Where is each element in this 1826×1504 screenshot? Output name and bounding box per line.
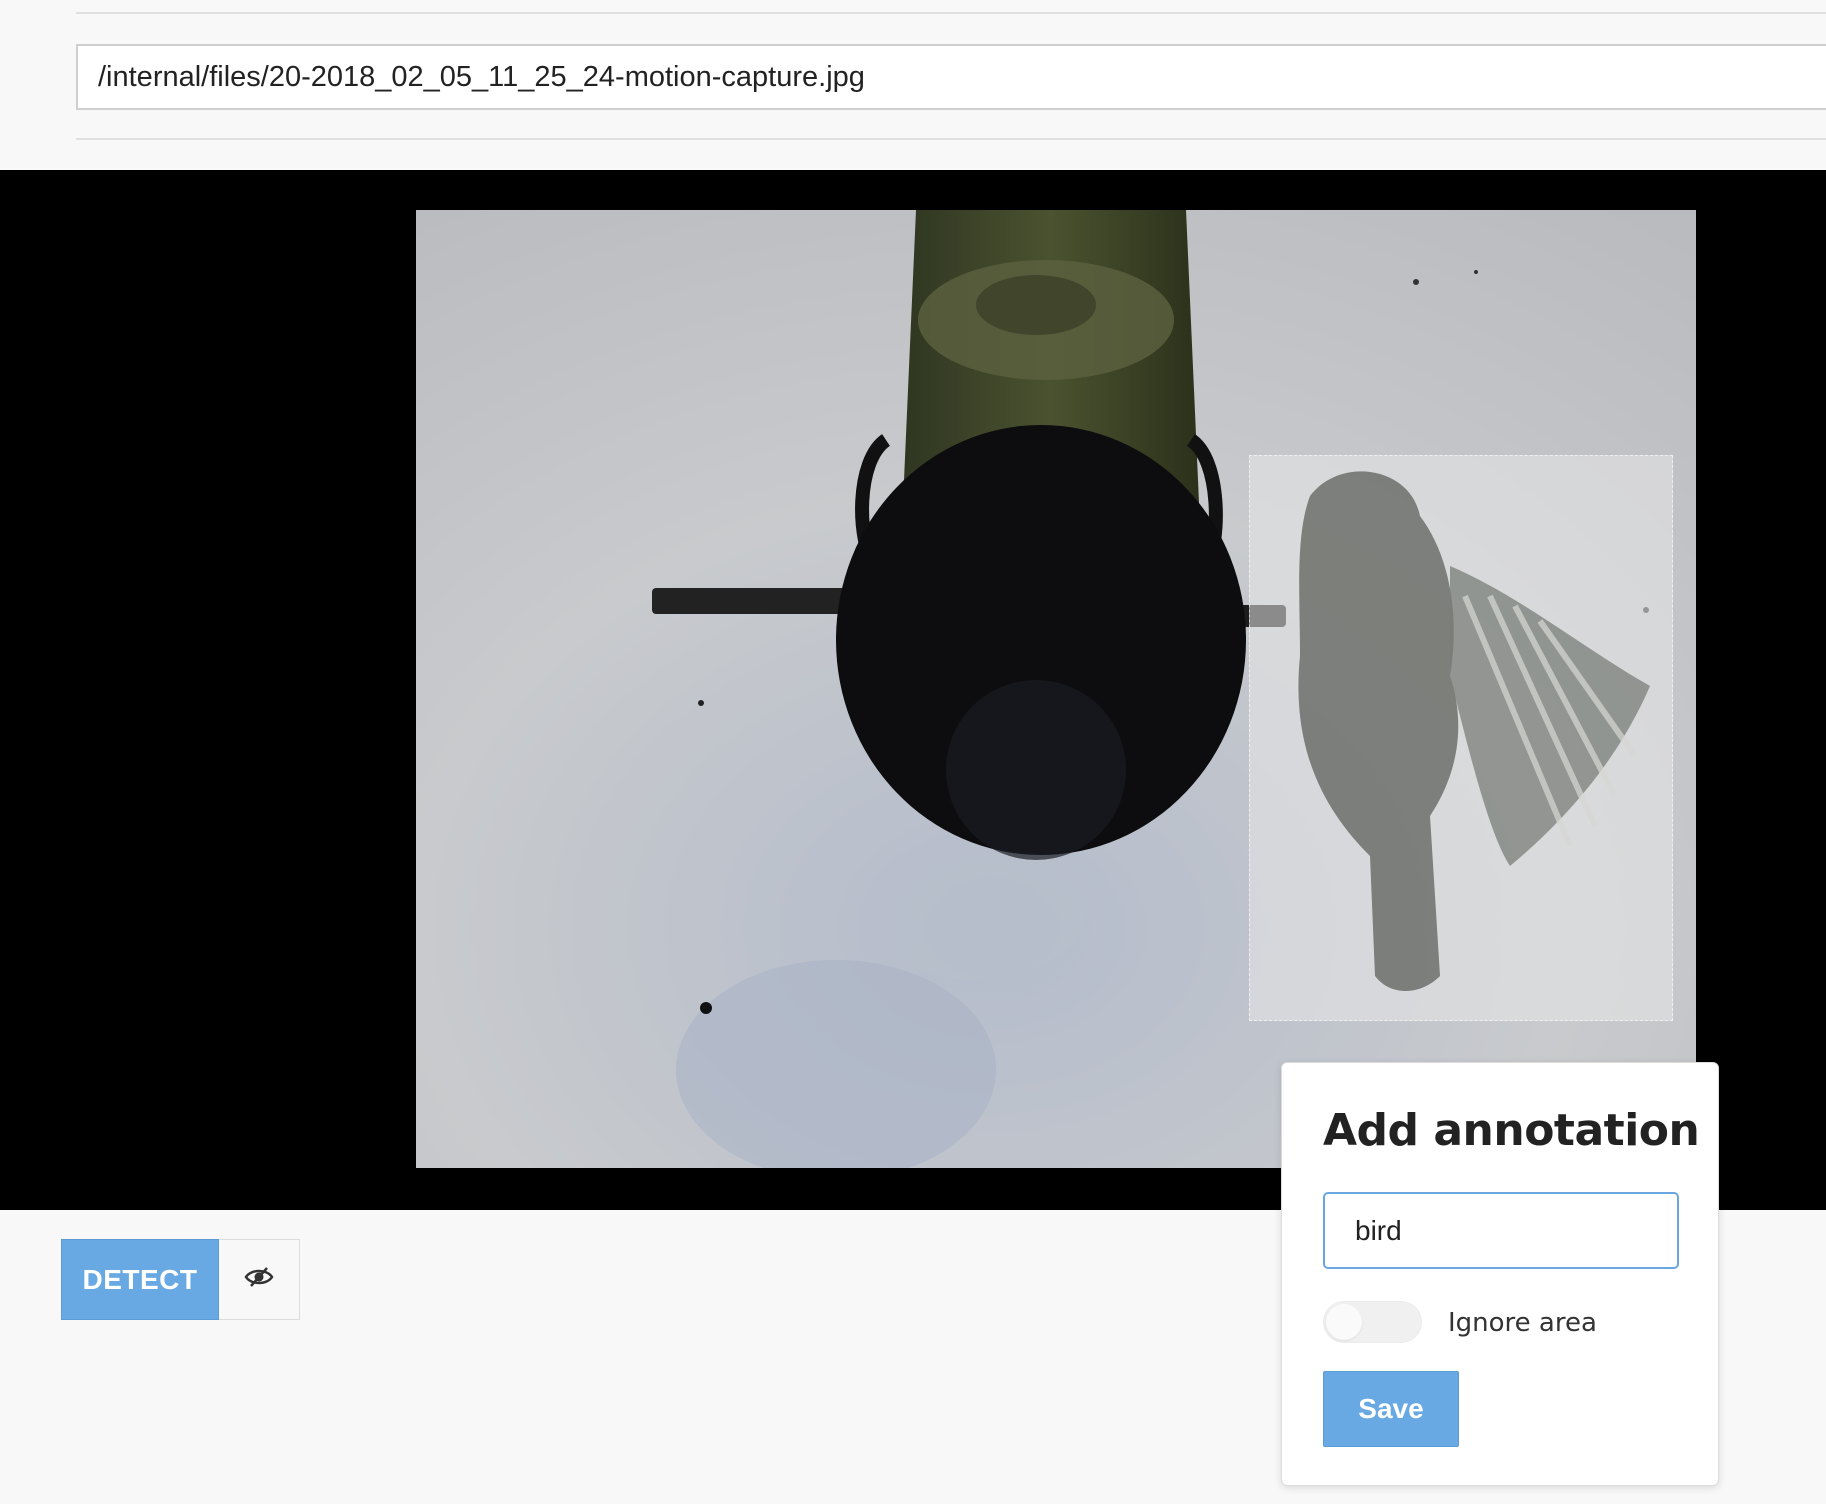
annotation-label-input[interactable] (1323, 1192, 1679, 1269)
ignore-area-toggle[interactable] (1323, 1301, 1422, 1343)
ignore-area-label: Ignore area (1448, 1308, 1597, 1338)
save-button[interactable]: Save (1323, 1371, 1459, 1447)
top-divider (76, 12, 1826, 14)
detect-button[interactable]: DETECT (61, 1239, 219, 1320)
file-path-input[interactable] (76, 44, 1826, 110)
popup-title: Add annotation (1323, 1105, 1700, 1156)
toggle-knob (1326, 1304, 1362, 1340)
eye-slash-icon (244, 1266, 274, 1293)
image-viewer (0, 170, 1826, 1210)
toggle-visibility-button[interactable] (219, 1239, 300, 1320)
annotation-page: DETECT Add annotation Ignore area Save (0, 0, 1826, 1504)
bird-silhouette (1298, 471, 1650, 991)
bottom-divider (76, 138, 1826, 140)
annotation-bounding-box[interactable] (1249, 455, 1673, 1021)
add-annotation-popup: Add annotation Ignore area Save (1281, 1062, 1719, 1486)
detection-toolbar: DETECT (61, 1239, 300, 1320)
captured-image[interactable] (416, 210, 1696, 1168)
